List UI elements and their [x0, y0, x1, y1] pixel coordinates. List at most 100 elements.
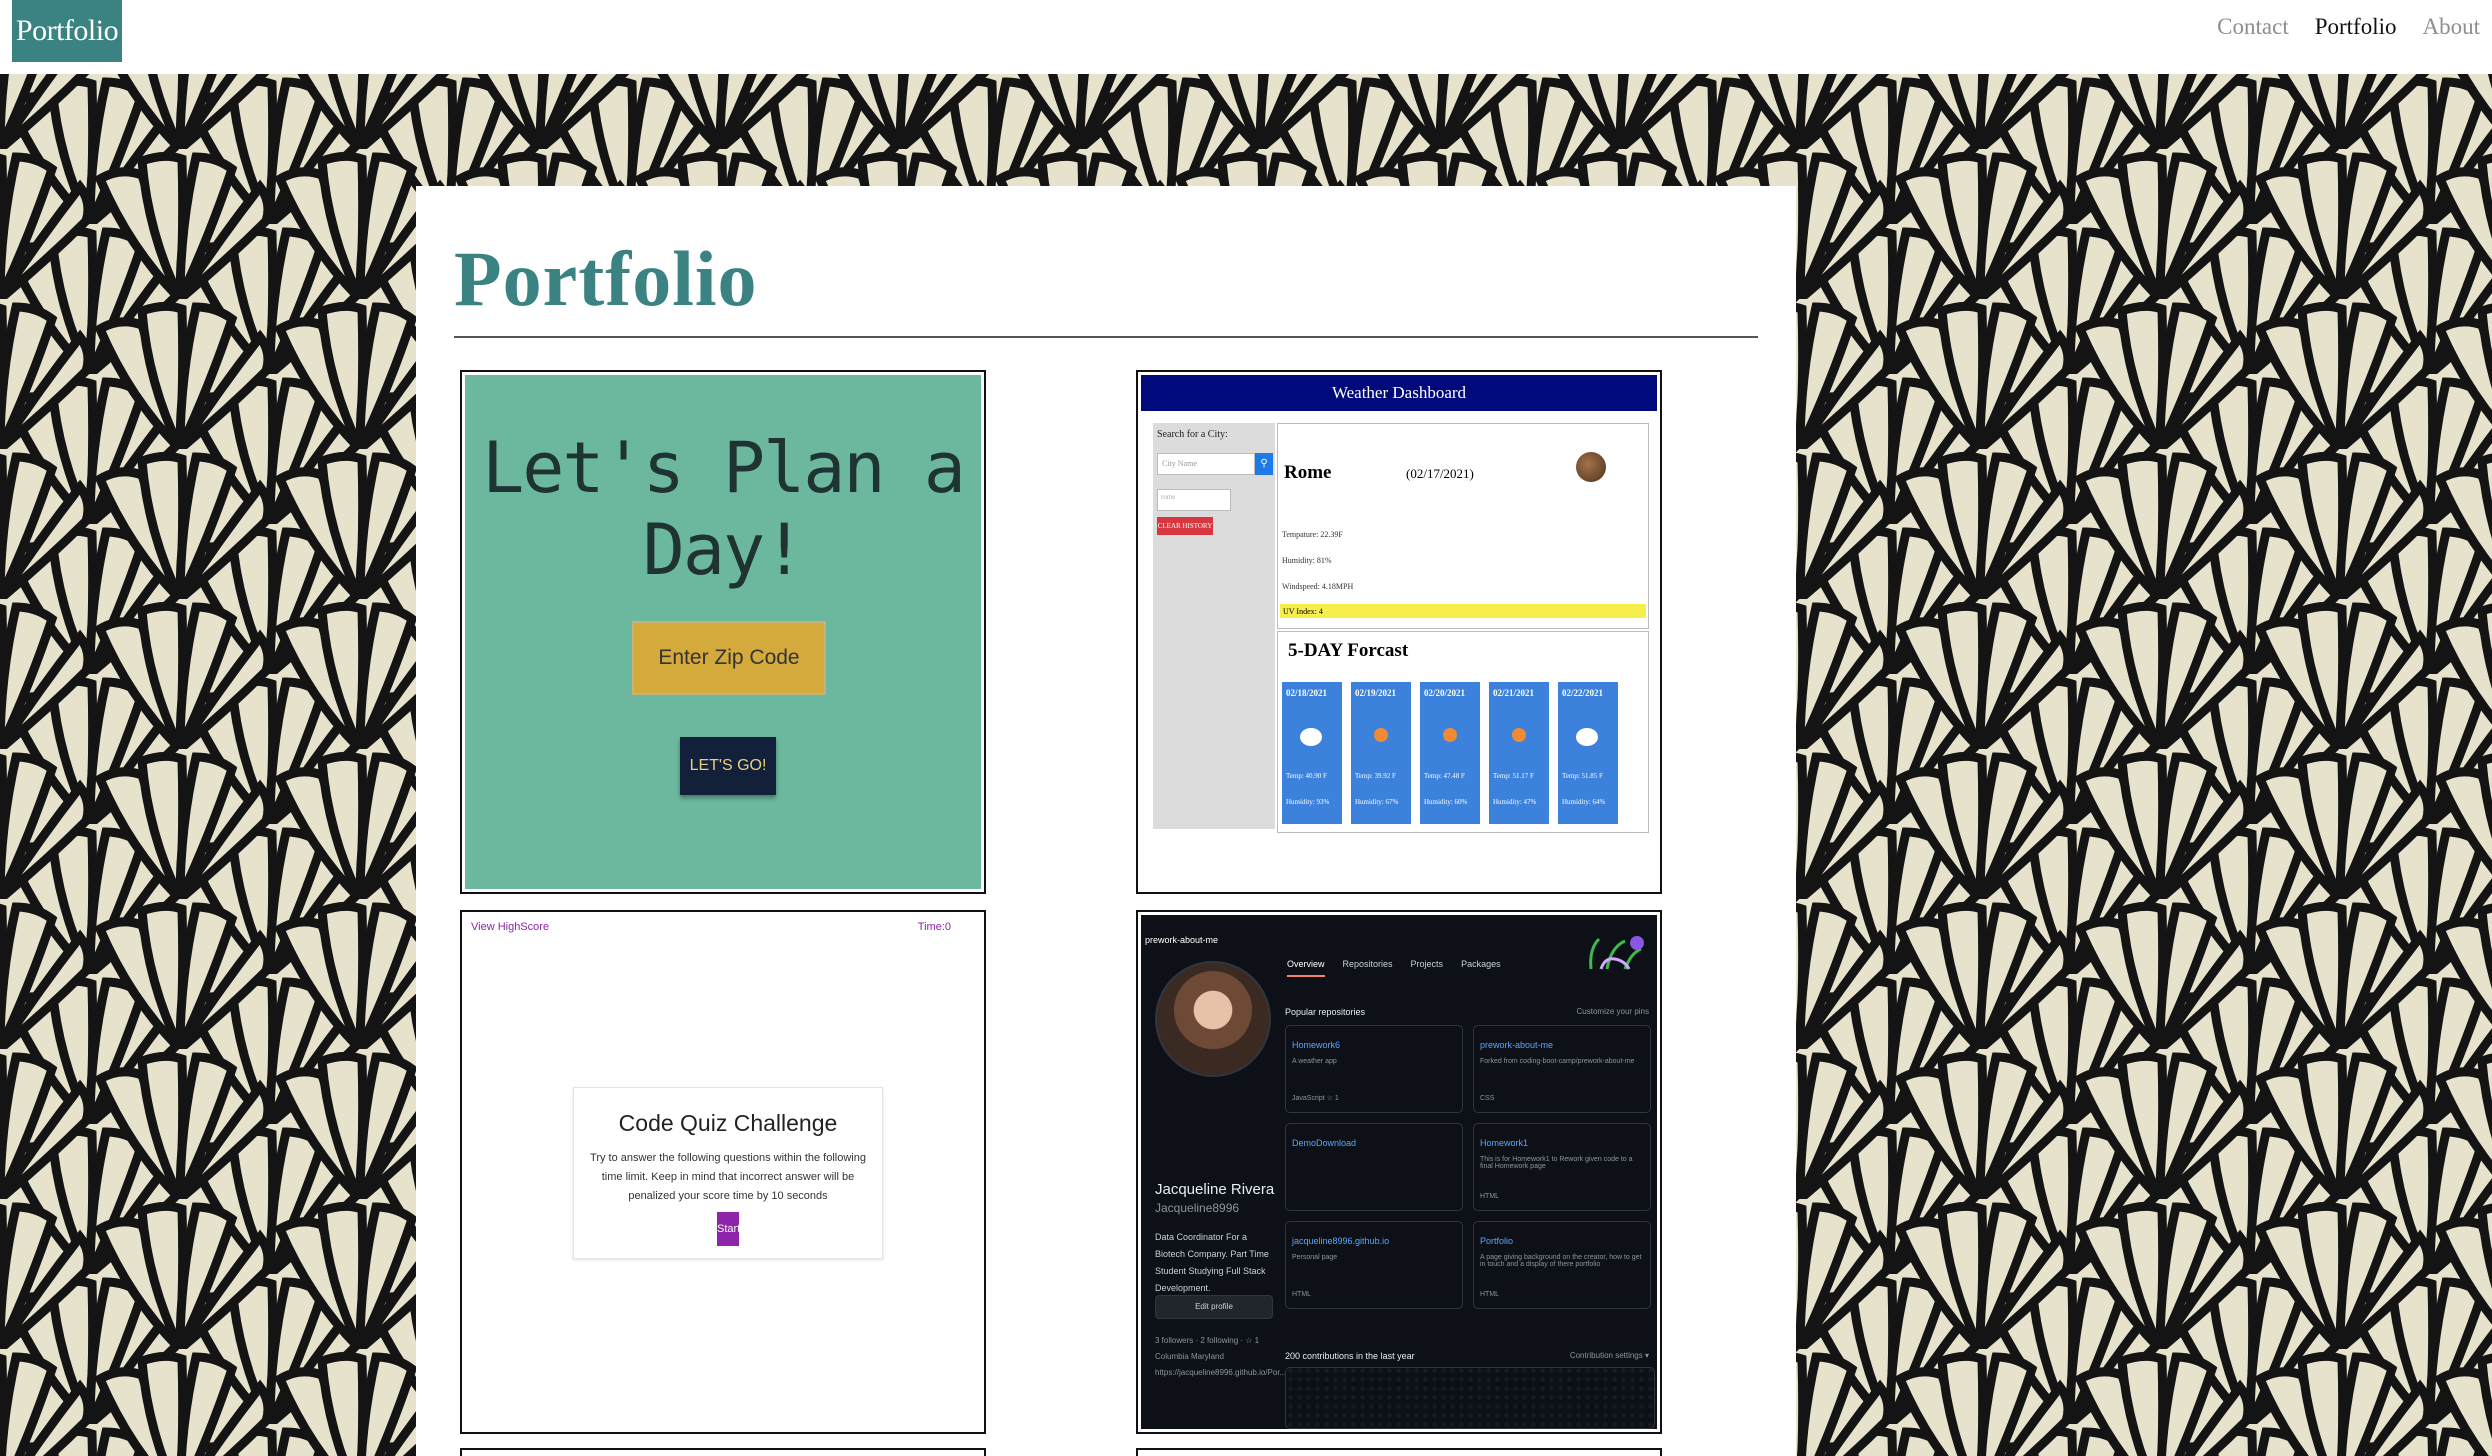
- weather-history-item: rome: [1157, 489, 1231, 511]
- project-tile-code-quiz[interactable]: View HighScore Time:0 Code Quiz Challeng…: [460, 910, 986, 1434]
- github-repo-card: Portfolio A page giving background on th…: [1473, 1221, 1651, 1309]
- weather-temperature: Tempature: 22.39F: [1282, 530, 1343, 539]
- github-tab: Packages: [1461, 959, 1501, 969]
- repo-desc: Forked from coding-boot-camp/prework-abo…: [1480, 1058, 1635, 1065]
- lets-go-button: LET'S GO!: [680, 737, 776, 795]
- quiz-intro-box: Code Quiz Challenge Try to answer the fo…: [573, 1087, 883, 1259]
- weather-screenshot: Weather Dashboard Search for a City: Cit…: [1141, 375, 1657, 889]
- sun-icon: [1512, 728, 1526, 742]
- project-tile-weather[interactable]: Weather Dashboard Search for a City: Cit…: [1136, 370, 1662, 894]
- weather-current: Rome (02/17/2021) Tempature: 22.39F Humi…: [1277, 423, 1649, 629]
- repo-lang: HTML: [1292, 1291, 1312, 1298]
- cloud-icon: [1300, 728, 1322, 746]
- project-tile-partial[interactable]: [460, 1448, 986, 1456]
- github-tab: Projects: [1410, 959, 1444, 969]
- repo-desc: A page giving background on the creator,…: [1480, 1254, 1642, 1268]
- repo-name: jacqueline8996.github.io: [1292, 1236, 1390, 1246]
- nav-link-contact[interactable]: Contact: [2217, 14, 2289, 40]
- quiz-view-highscore: View HighScore: [471, 921, 550, 933]
- weather-windspeed: Windspeed: 4.18MPH: [1282, 582, 1354, 591]
- forecast-temp: Temp: 47.48 F: [1424, 772, 1465, 780]
- forecast-date: 02/21/2021: [1493, 688, 1535, 698]
- project-tile-partial[interactable]: [1136, 1448, 1662, 1456]
- forecast-date: 02/22/2021: [1562, 688, 1604, 698]
- forecast-humidity: Humidity: 64%: [1562, 798, 1606, 806]
- repo-name: Portfolio: [1480, 1236, 1514, 1246]
- forecast-card: 02/19/2021 Temp: 39.92 F Humidity: 67%: [1351, 682, 1411, 824]
- github-octocat-icon: [1589, 936, 1644, 970]
- github-profile-screenshot: prework-about-me Overview Repositories P…: [1141, 915, 1657, 1429]
- repo-lang: HTML: [1480, 1291, 1500, 1298]
- quiz-instructions: Try to answer the following questions wi…: [590, 1152, 866, 1202]
- forecast-date: 02/19/2021: [1355, 688, 1397, 698]
- forecast-temp: Temp: 40.90 F: [1286, 772, 1327, 780]
- github-edit-profile: Edit profile: [1155, 1295, 1273, 1319]
- github-bio: Data Coordinator For a Biotech Company. …: [1155, 1232, 1269, 1293]
- github-avatar: [1155, 961, 1271, 1077]
- brand-logo[interactable]: Portfolio: [12, 0, 122, 62]
- github-username: Jacqueline8996: [1155, 1201, 1240, 1215]
- github-contributions: 200 contributions in the last year: [1285, 1351, 1415, 1361]
- github-tabs: Overview Repositories Projects Packages: [1287, 959, 1501, 977]
- clear-history-button: CLEAR HISTORY: [1157, 517, 1213, 535]
- weather-date: (02/17/2021): [1406, 466, 1474, 481]
- github-repo-card: DemoDownload: [1285, 1123, 1463, 1211]
- forecast-card: 02/18/2021 Temp: 40.90 F Humidity: 93%: [1282, 682, 1342, 824]
- weather-search-label: Search for a City:: [1157, 429, 1228, 440]
- github-name: Jacqueline Rivera: [1155, 1181, 1275, 1198]
- github-repo-card: jacqueline8996.github.io Personal page H…: [1285, 1221, 1463, 1309]
- github-location: Columbia Maryland: [1155, 1352, 1224, 1361]
- repo-desc: A weather app: [1292, 1058, 1337, 1065]
- github-contrib-settings: Contribution settings ▾: [1569, 1351, 1649, 1360]
- code-quiz-screenshot: View HighScore Time:0 Code Quiz Challeng…: [465, 915, 981, 1429]
- day-planner-screenshot: Let's Plan a Day! Enter Zip Code LET'S G…: [465, 375, 981, 889]
- weather-condition-icon: [1576, 452, 1606, 482]
- github-repo-card: Homework1 This is for Homework1 to Rewor…: [1473, 1123, 1651, 1211]
- forecast-humidity: Humidity: 47%: [1493, 798, 1537, 806]
- forecast-date: 02/18/2021: [1286, 688, 1328, 698]
- forecast-temp: Temp: 51.17 F: [1493, 772, 1534, 780]
- forecast-card: 02/22/2021 Temp: 51.85 F Humidity: 64%: [1558, 682, 1618, 824]
- project-tile-github-profile[interactable]: prework-about-me Overview Repositories P…: [1136, 910, 1662, 1434]
- weather-city: Rome: [1284, 462, 1332, 483]
- nav-link-about[interactable]: About: [2423, 14, 2481, 40]
- forecast-humidity: Humidity: 60%: [1424, 798, 1468, 806]
- github-repo-title: prework-about-me: [1145, 935, 1219, 945]
- sun-icon: [1374, 728, 1388, 742]
- weather-sidebar: Search for a City: City Name ⚲ rome CLEA…: [1153, 423, 1275, 829]
- quiz-timer: Time:0: [917, 921, 951, 933]
- nav-link-portfolio[interactable]: Portfolio: [2315, 14, 2397, 40]
- weather-header: Weather Dashboard: [1141, 375, 1657, 411]
- nav-links: Contact Portfolio About: [2217, 14, 2480, 40]
- repo-name: DemoDownload: [1292, 1138, 1357, 1148]
- enter-zip-button: Enter Zip Code: [632, 621, 826, 695]
- portfolio-card: Portfolio Let's Plan a Day! Enter Zip Co…: [416, 186, 1796, 1456]
- repo-desc: This is for Homework1 to Rework given co…: [1480, 1156, 1633, 1170]
- repo-name: Homework6: [1292, 1040, 1341, 1050]
- forecast-humidity: Humidity: 67%: [1355, 798, 1399, 806]
- quiz-title: Code Quiz Challenge: [618, 1110, 838, 1136]
- github-repo-card: prework-about-me Forked from coding-boot…: [1473, 1025, 1651, 1113]
- forecast-card: 02/20/2021 Temp: 47.48 F Humidity: 60%: [1420, 682, 1480, 824]
- forecast-humidity: Humidity: 93%: [1286, 798, 1330, 806]
- search-icon: ⚲: [1255, 453, 1273, 475]
- sun-icon: [1443, 728, 1457, 742]
- repo-lang: HTML: [1480, 1193, 1500, 1200]
- repo-lang: CSS: [1480, 1095, 1495, 1102]
- page-title: Portfolio: [454, 235, 758, 322]
- github-followers: 3 followers · 2 following · ☆ 1: [1155, 1336, 1260, 1345]
- repo-name: Homework1: [1480, 1138, 1529, 1148]
- github-website: https://jacqueline8996.github.io/Por...: [1155, 1368, 1287, 1377]
- project-tile-day-planner[interactable]: Let's Plan a Day! Enter Zip Code LET'S G…: [460, 370, 986, 894]
- github-repo-card: Homework6 A weather app JavaScript ☆ 1: [1285, 1025, 1463, 1113]
- forecast-temp: Temp: 51.85 F: [1562, 772, 1603, 780]
- repo-desc: Personal page: [1292, 1254, 1338, 1261]
- cloud-icon: [1576, 728, 1598, 746]
- weather-humidity: Humidity: 81%: [1282, 556, 1332, 565]
- repo-name: prework-about-me: [1480, 1040, 1554, 1050]
- day-planner-heading: Let's Plan a Day!: [482, 427, 966, 591]
- repo-lang: JavaScript ☆ 1: [1292, 1095, 1339, 1102]
- forecast-card: 02/21/2021 Temp: 51.17 F Humidity: 47%: [1489, 682, 1549, 824]
- forecast-title: 5-DAY Forcast: [1288, 640, 1409, 661]
- weather-search-input: City Name: [1157, 453, 1255, 475]
